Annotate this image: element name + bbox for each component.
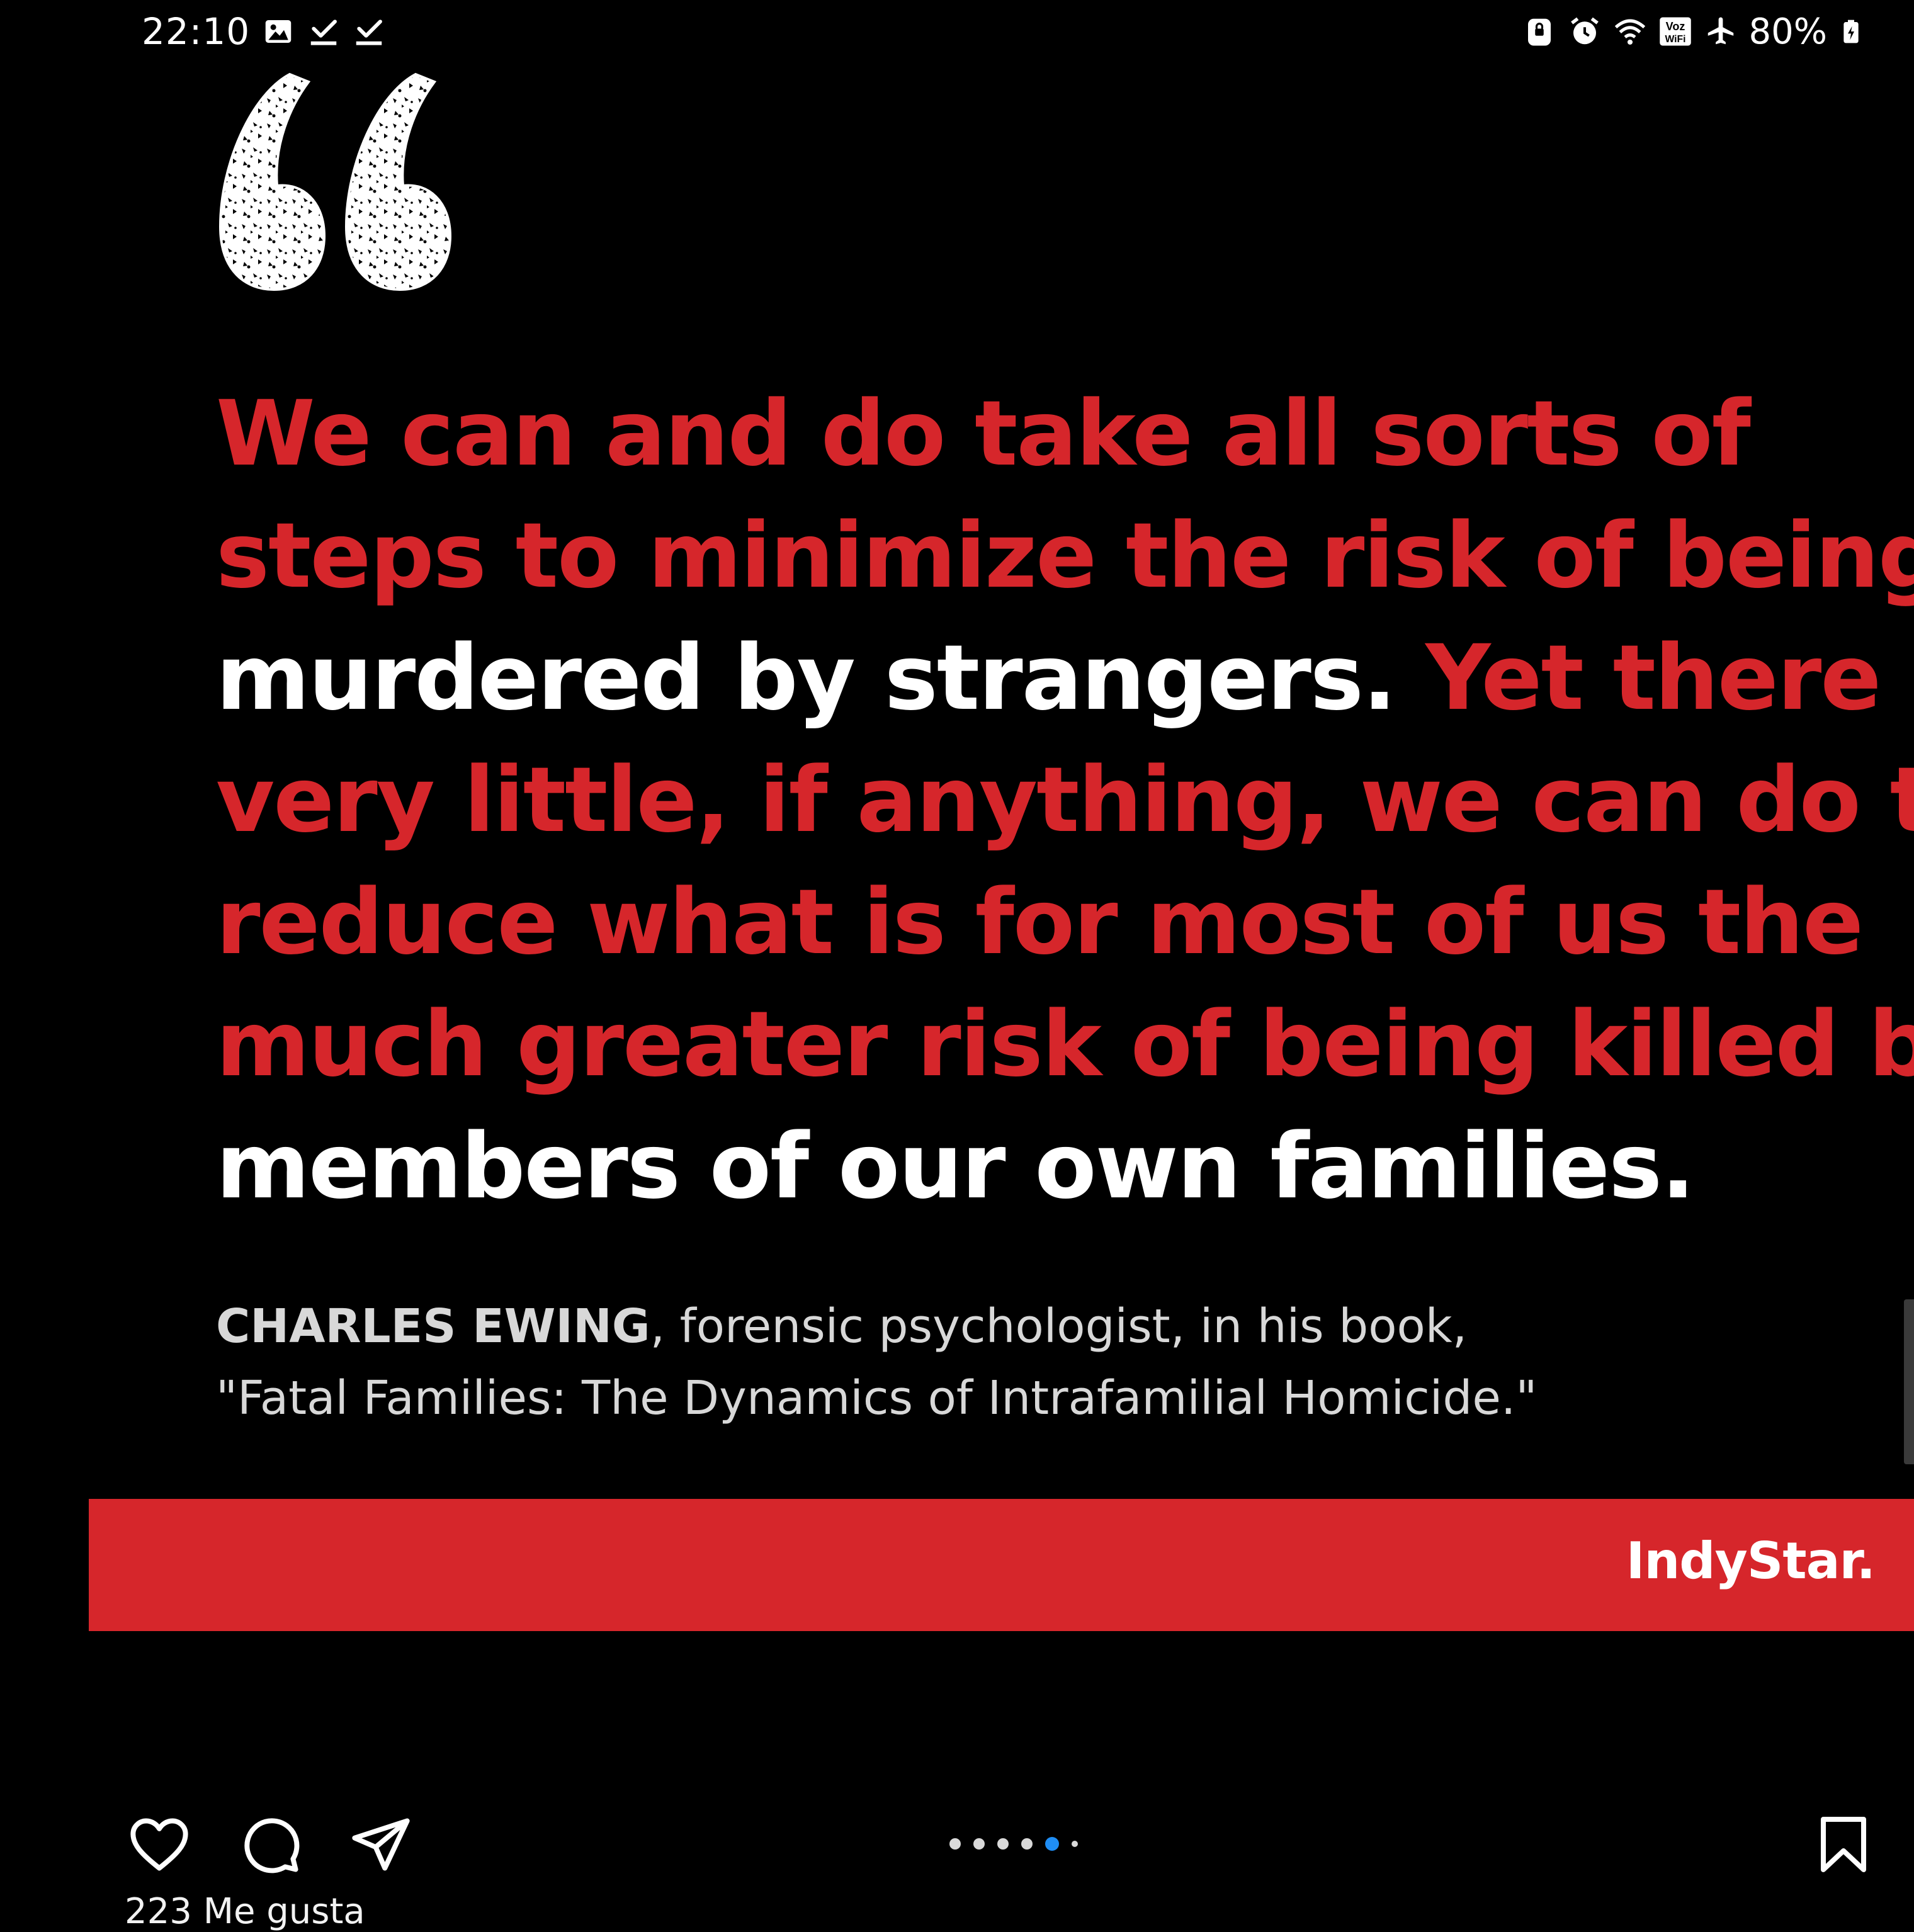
- status-right-group: Voz WiFi 80%: [1522, 8, 1864, 55]
- quote-line: much greater risk of being killed by: [216, 983, 1914, 1105]
- quote-segment: Yet there is: [1425, 625, 1914, 730]
- quote-line: members of our own families.: [216, 1105, 1828, 1228]
- pager-dot-active: [1045, 1837, 1059, 1851]
- paper-plane-icon[interactable]: [349, 1813, 412, 1876]
- pager-dot: [1072, 1841, 1078, 1847]
- quote-segment: steps to minimize the risk of being: [216, 503, 1914, 608]
- lock-icon: [1527, 18, 1551, 46]
- quote-line: reduce what is for most of us the: [216, 861, 1864, 983]
- battery-level: 80%: [1748, 11, 1827, 52]
- quote-segment: very little, if anything, we can do to: [216, 747, 1914, 852]
- battery-charging-icon: [1843, 20, 1859, 43]
- attribution-line-1: CHARLES EWING, forensic psychologist, in…: [216, 1291, 1727, 1362]
- wifi-icon: [1614, 19, 1645, 45]
- quote-segment: members of our own families.: [216, 1114, 1695, 1219]
- book-title: "Fatal Families: The Dynamics of Intrafa…: [216, 1371, 1537, 1425]
- quote-segment: murdered by strangers.: [216, 625, 1426, 730]
- scroll-indicator[interactable]: [1904, 1299, 1914, 1464]
- post-action-bar: [0, 1800, 1914, 1876]
- brand-bar: IndyStar.: [89, 1499, 1914, 1631]
- alarm-icon: [1570, 17, 1599, 45]
- pager-dot: [1021, 1838, 1033, 1850]
- author-name: CHARLES EWING: [216, 1299, 650, 1353]
- gallery-icon: [265, 20, 292, 43]
- pager-dot: [997, 1838, 1009, 1850]
- likes-count[interactable]: 223 Me gusta: [125, 1891, 365, 1932]
- vowifi-label-bottom: WiFi: [1665, 34, 1685, 45]
- quote-text: We can and do take all sorts of steps to…: [216, 373, 1914, 1228]
- pager-dot: [973, 1838, 985, 1850]
- quote-attribution: CHARLES EWING, forensic psychologist, in…: [216, 1291, 1727, 1434]
- comment-bubble-icon[interactable]: [239, 1813, 302, 1876]
- pager-dot: [949, 1838, 961, 1850]
- quote-line: murdered by strangers. Yet there is: [216, 617, 1914, 739]
- vowifi-label-top: Voz: [1665, 20, 1685, 33]
- check-download-icon: [310, 20, 337, 45]
- vowifi-icon: Voz WiFi: [1659, 17, 1691, 46]
- status-bar: 22:10 Voz WiFi 80%: [0, 0, 1914, 63]
- brand-logo-text: IndyStar.: [1626, 1532, 1876, 1590]
- check-download-icon: [356, 20, 383, 45]
- quote-segment: reduce what is for most of us the: [216, 869, 1864, 974]
- quote-line: We can and do take all sorts of: [216, 373, 1828, 495]
- quote-segment: much greater risk of being killed by: [216, 991, 1914, 1097]
- airplane-icon: [1707, 17, 1733, 45]
- bookmark-icon[interactable]: [1813, 1814, 1874, 1875]
- author-description: , forensic psychologist, in his book,: [650, 1299, 1468, 1353]
- quote-line: very little, if anything, we can do to: [216, 739, 1914, 861]
- quote-mark-icon: [218, 72, 452, 291]
- status-left-group: 22:10: [142, 8, 386, 55]
- quote-line: steps to minimize the risk of being: [216, 495, 1914, 617]
- heart-icon[interactable]: [128, 1813, 191, 1876]
- quote-segment: We can and do take all sorts of: [216, 381, 1751, 486]
- status-time: 22:10: [142, 10, 251, 53]
- carousel-pager: [949, 1837, 1078, 1851]
